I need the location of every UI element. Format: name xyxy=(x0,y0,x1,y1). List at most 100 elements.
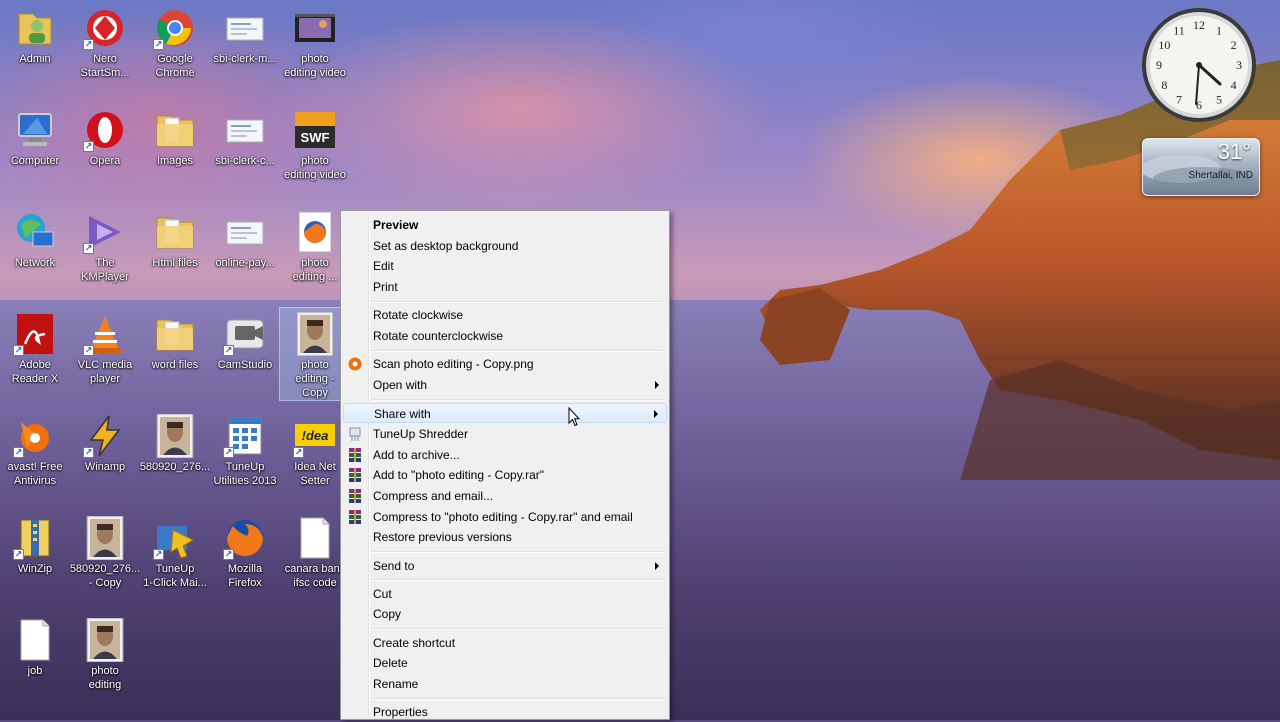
shortcut-arrow-icon: ↗ xyxy=(83,39,94,50)
menu-item-rotate-clockwise[interactable]: Rotate clockwise xyxy=(343,305,667,325)
shortcut-arrow-icon: ↗ xyxy=(13,345,24,356)
menu-item-restore-previous-versions[interactable]: Restore previous versions xyxy=(343,527,667,547)
desktop-icon[interactable]: photo editing xyxy=(70,614,140,692)
menu-item-delete[interactable]: Delete xyxy=(343,653,667,673)
desktop-icon-label: Adobe Reader X xyxy=(11,359,59,385)
menu-item-rotate-counterclockwise[interactable]: Rotate counterclockwise xyxy=(343,326,667,346)
menu-item-rename[interactable]: Rename xyxy=(343,674,667,694)
desktop-icon[interactable]: ↗ VLC media player xyxy=(70,308,140,386)
folder-icon xyxy=(153,312,197,356)
shortcut-arrow-icon: ↗ xyxy=(223,345,234,356)
desktop-icon-label: 580920_276... xyxy=(139,461,211,473)
menu-item-label: Restore previous versions xyxy=(373,530,512,545)
menu-item-add-to-photo-editing-copy-rar[interactable]: Add to "photo editing - Copy.rar" xyxy=(343,465,667,485)
desktop-icon[interactable]: ↗ Google Chrome xyxy=(140,2,210,80)
user-folder-icon xyxy=(13,6,57,50)
desktop-icon[interactable]: sbi-clerk-c... xyxy=(210,104,280,168)
menu-item-create-shortcut[interactable]: Create shortcut xyxy=(343,633,667,653)
desktop-icon[interactable]: Images xyxy=(140,104,210,168)
desktop-icon[interactable]: photo editing video xyxy=(280,2,350,80)
menu-item-share-with[interactable]: Share with xyxy=(343,403,667,424)
menu-item-label: Send to xyxy=(373,558,415,573)
desktop-icon[interactable]: online-pay... xyxy=(210,206,280,270)
menu-separator xyxy=(371,349,665,352)
desktop-icon[interactable]: Network xyxy=(0,206,70,270)
clock-numeral: 8 xyxy=(1161,78,1167,92)
desktop-icon[interactable]: ↗ CamStudio xyxy=(210,308,280,372)
desktop-icon[interactable]: ↗ TuneUp Utilities 2013 xyxy=(210,410,280,488)
desktop-icon[interactable]: Admin xyxy=(0,2,70,66)
menu-item-properties[interactable]: Properties xyxy=(343,702,667,722)
shortcut-arrow-icon: ↗ xyxy=(83,447,94,458)
desktop-icon-label: Computer xyxy=(10,155,60,167)
menu-item-label: Cut xyxy=(373,586,392,601)
desktop-icon[interactable]: ↗ Mozilla Firefox xyxy=(210,512,280,590)
adobe-reader-icon: ↗ xyxy=(13,312,57,356)
desktop-icon-label: online-pay... xyxy=(215,257,275,269)
desktop-icon[interactable]: 580920_276... - Copy xyxy=(70,512,140,590)
desktop-icon[interactable]: ↗ TuneUp 1-Click Mai... xyxy=(140,512,210,590)
menu-item-cut[interactable]: Cut xyxy=(343,584,667,604)
menu-separator xyxy=(371,628,665,631)
desktop-icon[interactable]: Computer xyxy=(0,104,70,168)
desktop-icon[interactable]: ↗ WinZip xyxy=(0,512,70,576)
desktop-icon[interactable]: ↗ Nero StartSm... xyxy=(70,2,140,80)
desktop-icon[interactable]: Html files xyxy=(140,206,210,270)
winrar-icon xyxy=(347,488,363,504)
desktop-icon[interactable]: ↗ Winamp xyxy=(70,410,140,474)
shortcut-arrow-icon: ↗ xyxy=(83,243,94,254)
desktop-icon[interactable]: SWF photo editing video xyxy=(280,104,350,182)
menu-item-compress-to-photo-editing-copy-rar-and-email[interactable]: Compress to "photo editing - Copy.rar" a… xyxy=(343,507,667,527)
menu-item-label: Copy xyxy=(373,607,402,622)
menu-item-copy[interactable]: Copy xyxy=(343,604,667,624)
desktop-icon[interactable]: ↗ avast! Free Antivirus xyxy=(0,410,70,488)
menu-item-set-as-desktop-background[interactable]: Set as desktop background xyxy=(343,236,667,256)
desktop-icon[interactable]: job xyxy=(0,614,70,678)
desktop-icon-label: 580920_276... - Copy xyxy=(69,563,141,589)
desktop-icon[interactable]: 580920_276... xyxy=(140,410,210,474)
winamp-icon: ↗ xyxy=(83,414,127,458)
menu-item-scan-photo-editing-copy-png[interactable]: Scan photo editing - Copy.png xyxy=(343,354,667,374)
menu-item-print[interactable]: Print xyxy=(343,277,667,297)
desktop-icon-label: Opera xyxy=(89,155,121,167)
firefox-file-icon xyxy=(293,210,337,254)
menu-item-label: Add to archive... xyxy=(373,447,460,462)
weather-gadget[interactable]: 31° Shertallai, IND xyxy=(1142,138,1260,196)
clock-numeral: 4 xyxy=(1231,78,1237,92)
desktop-icon-label: WinZip xyxy=(17,563,53,575)
video-file-icon xyxy=(293,6,337,50)
menu-item-compress-and-email[interactable]: Compress and email... xyxy=(343,486,667,506)
desktop-icon-label: photo editing xyxy=(88,665,122,691)
desktop-icon[interactable]: ↗ Adobe Reader X xyxy=(0,308,70,386)
menu-item-send-to[interactable]: Send to xyxy=(343,556,667,576)
tuneup-maintenance-icon: ↗ xyxy=(153,516,197,560)
menu-item-label: Edit xyxy=(373,259,394,274)
avast-scan-icon xyxy=(347,356,363,372)
menu-item-open-with[interactable]: Open with xyxy=(343,375,667,395)
network-icon xyxy=(13,210,57,254)
menu-item-edit[interactable]: Edit xyxy=(343,256,667,276)
desktop-icon[interactable]: word files xyxy=(140,308,210,372)
document-icon xyxy=(223,108,267,152)
camstudio-icon: ↗ xyxy=(223,312,267,356)
desktop-icon[interactable]: ↗ Opera xyxy=(70,104,140,168)
menu-item-add-to-archive[interactable]: Add to archive... xyxy=(343,445,667,465)
menu-item-label: Set as desktop background xyxy=(373,238,519,253)
folder-icon xyxy=(153,210,197,254)
menu-item-label: Scan photo editing - Copy.png xyxy=(373,357,534,372)
shortcut-arrow-icon: ↗ xyxy=(153,39,164,50)
desktop-icon-label: Winamp xyxy=(84,461,126,473)
desktop-icon-label: word files xyxy=(151,359,199,371)
desktop-icon[interactable]: ↗ The KMPlayer xyxy=(70,206,140,284)
menu-item-preview[interactable]: Preview xyxy=(343,215,667,235)
clock-gadget[interactable]: 12 1234567891011 xyxy=(1140,6,1258,124)
desktop-icon-label: Network xyxy=(14,257,56,269)
desktop-icon-label: Mozilla Firefox xyxy=(227,563,263,589)
photo-thumbnail-icon xyxy=(83,617,127,663)
desktop-icon[interactable]: sbi-clerk-m... xyxy=(210,2,280,66)
text-file-icon xyxy=(13,618,57,662)
menu-item-tuneup-shredder[interactable]: TuneUp Shredder xyxy=(343,424,667,444)
context-menu: Preview Set as desktop background Edit Prin… xyxy=(340,210,670,720)
svg-text:!dea: !dea xyxy=(302,428,329,443)
menu-item-label: TuneUp Shredder xyxy=(373,426,468,441)
